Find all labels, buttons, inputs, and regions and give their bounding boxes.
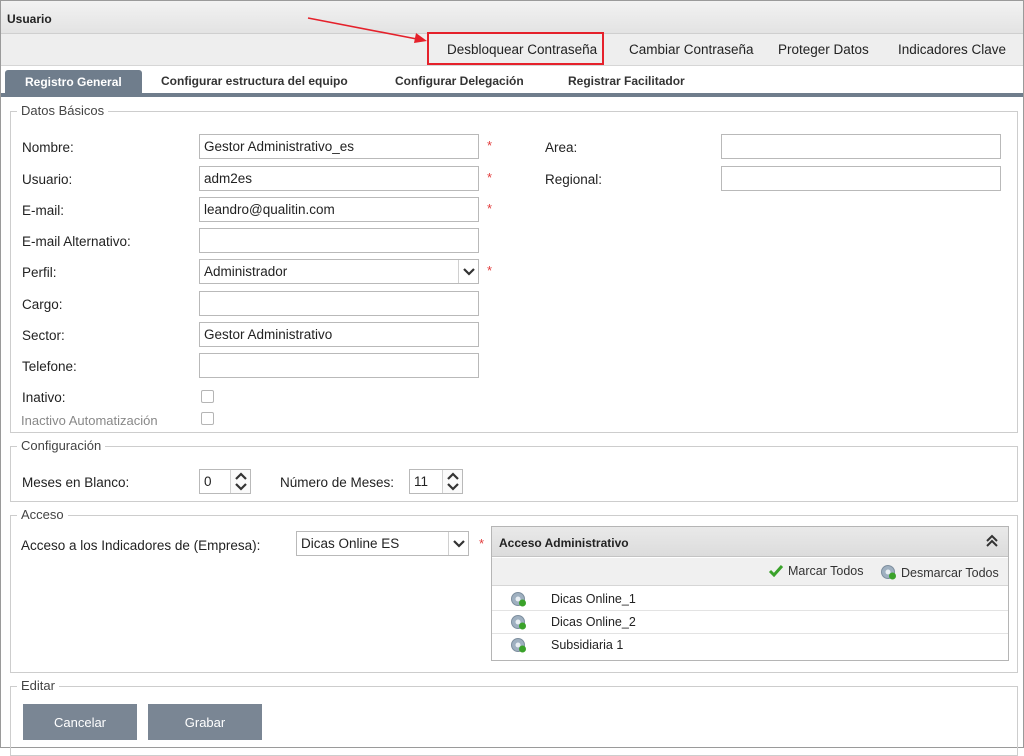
- indicators-company-value: Dicas Online ES: [301, 536, 400, 551]
- gear-add-icon: [510, 637, 527, 656]
- change-password-button[interactable]: Cambiar Contraseña: [629, 42, 754, 57]
- edit-legend: Editar: [17, 678, 59, 693]
- email-alt-label: E-mail Alternativo:: [22, 234, 131, 249]
- window-title: Usuario: [7, 12, 52, 26]
- sector-label: Sector:: [22, 328, 65, 343]
- key-indicators-button[interactable]: Indicadores Clave: [898, 42, 1006, 57]
- spinner-arrows-icon[interactable]: [442, 470, 462, 493]
- months-count-value: 11: [414, 474, 429, 489]
- email-required-mark: *: [487, 201, 493, 216]
- unmark-all-label: Desmarcar Todos: [901, 566, 999, 580]
- blank-months-label: Meses en Blanco:: [22, 475, 130, 490]
- basic-data-legend: Datos Básicos: [17, 103, 109, 118]
- mark-all-label: Marcar Todos: [788, 564, 864, 578]
- tab-registro-general[interactable]: Registro General: [5, 70, 142, 95]
- list-item-label: Dicas Online_2: [551, 615, 636, 629]
- inactive-label: Inativo:: [22, 390, 66, 405]
- regional-field[interactable]: [721, 166, 1001, 191]
- checkmark-icon: [768, 565, 784, 578]
- months-count-stepper[interactable]: 11: [409, 469, 463, 494]
- inactive-auto-label: Inactivo Automatización: [21, 413, 158, 428]
- admin-access-panel-title: Acceso Administrativo: [499, 536, 629, 550]
- indicators-company-select[interactable]: Dicas Online ES: [296, 531, 469, 556]
- basic-data-fieldset: Datos Básicos: [10, 103, 1018, 433]
- profile-label: Perfil:: [22, 265, 57, 280]
- mark-all-button[interactable]: Marcar Todos: [768, 564, 864, 578]
- regional-label: Regional:: [545, 172, 603, 187]
- spinner-arrows-icon[interactable]: [230, 470, 250, 493]
- profile-required-mark: *: [487, 263, 493, 278]
- inactive-checkbox[interactable]: [201, 390, 214, 403]
- area-field[interactable]: [721, 134, 1001, 159]
- cancel-button[interactable]: Cancelar: [23, 704, 137, 740]
- name-field[interactable]: Gestor Administrativo_es: [199, 134, 479, 159]
- phone-field[interactable]: [199, 353, 479, 378]
- position-field[interactable]: [199, 291, 479, 316]
- chevron-down-icon[interactable]: [458, 260, 478, 283]
- email-label: E-mail:: [22, 203, 65, 218]
- user-field[interactable]: adm2es: [199, 166, 479, 191]
- position-label: Cargo:: [22, 297, 63, 312]
- indicators-required-mark: *: [479, 536, 485, 551]
- list-item[interactable]: Subsidiaria 1: [492, 634, 1008, 657]
- name-label: Nombre:: [22, 140, 74, 155]
- gear-uncheck-icon: [881, 565, 896, 580]
- tab-configurar-estructura[interactable]: Configurar estructura del equipo: [161, 69, 348, 93]
- annotation-arrow: [307, 17, 427, 43]
- chevron-down-icon[interactable]: [448, 532, 468, 555]
- blank-months-value: 0: [204, 474, 212, 489]
- phone-label: Telefone:: [22, 359, 77, 374]
- name-required-mark: *: [487, 138, 493, 153]
- admin-access-panel-header: Acceso Administrativo: [492, 527, 1008, 557]
- protect-data-button[interactable]: Proteger Datos: [778, 42, 869, 57]
- annotation-highlight-box: [427, 32, 604, 65]
- list-item-label: Subsidiaria 1: [551, 638, 624, 652]
- config-legend: Configuración: [17, 438, 106, 453]
- access-legend: Acceso: [17, 507, 68, 522]
- tab-registrar-facilitador[interactable]: Registrar Facilitador: [568, 69, 685, 93]
- email-alt-field[interactable]: [199, 228, 479, 253]
- email-field[interactable]: leandro@qualitin.com: [199, 197, 479, 222]
- gear-add-icon: [510, 591, 527, 610]
- list-item[interactable]: Dicas Online_2: [492, 611, 1008, 634]
- indicators-label: Acceso a los Indicadores de (Empresa):: [21, 538, 261, 553]
- title-bar: Usuario: [1, 1, 1023, 34]
- blank-months-stepper[interactable]: 0: [199, 469, 251, 494]
- months-count-label: Número de Meses:: [280, 475, 395, 490]
- profile-select-value: Administrador: [204, 264, 288, 279]
- tab-configurar-delegacion[interactable]: Configurar Delegación: [395, 69, 524, 93]
- user-required-mark: *: [487, 170, 493, 185]
- list-item[interactable]: Dicas Online_1: [492, 588, 1008, 611]
- area-label: Area:: [545, 140, 578, 155]
- tab-bar: Registro General Configurar estructura d…: [1, 67, 1023, 97]
- admin-access-panel: Acceso Administrativo Marcar Todos Desma…: [491, 526, 1009, 661]
- unmark-all-button[interactable]: Desmarcar Todos: [880, 564, 999, 580]
- profile-select[interactable]: Administrador: [199, 259, 479, 284]
- admin-access-panel-toolbar: Marcar Todos Desmarcar Todos: [492, 558, 1008, 586]
- gear-add-icon: [510, 614, 527, 633]
- inactive-auto-checkbox[interactable]: [201, 412, 214, 425]
- save-button[interactable]: Grabar: [148, 704, 262, 740]
- collapse-double-chevron-icon[interactable]: [986, 534, 998, 551]
- config-fieldset: Configuración: [10, 438, 1018, 502]
- sector-field[interactable]: Gestor Administrativo: [199, 322, 479, 347]
- list-item-label: Dicas Online_1: [551, 592, 636, 606]
- user-label: Usuario:: [22, 172, 73, 187]
